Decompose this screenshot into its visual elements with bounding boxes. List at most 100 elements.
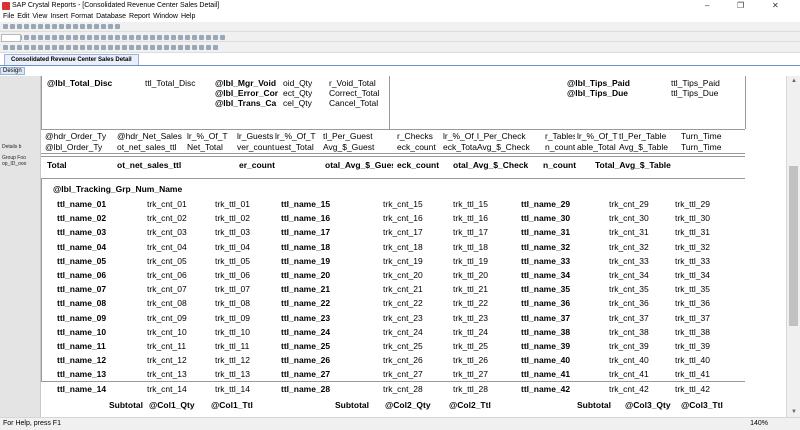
tab-design[interactable]: Design xyxy=(0,67,25,75)
tracking-total[interactable]: trk_ttl_28 xyxy=(453,384,513,395)
tracking-total[interactable]: trk_ttl_31 xyxy=(675,227,735,238)
column-header[interactable]: lr_%_Of_T xyxy=(577,131,619,142)
tracking-total[interactable]: trk_ttl_12 xyxy=(215,355,275,366)
toolbar-icon[interactable] xyxy=(3,45,8,50)
toolbar-icon[interactable] xyxy=(206,45,211,50)
tracking-count[interactable]: trk_cnt_14 xyxy=(147,384,205,395)
detail-field[interactable]: Avg_$_Table xyxy=(619,142,679,153)
tracking-count[interactable]: trk_cnt_07 xyxy=(147,284,205,295)
menu-report[interactable]: Report xyxy=(129,12,150,22)
tracking-count[interactable]: trk_cnt_36 xyxy=(609,298,667,309)
subtotal-field[interactable]: @Col1_Ttl xyxy=(211,400,273,411)
toolbar-icon[interactable] xyxy=(185,45,190,50)
tracking-count[interactable]: trk_cnt_05 xyxy=(147,256,205,267)
detail-field[interactable]: Turn_Time xyxy=(681,142,731,153)
tracking-total[interactable]: trk_ttl_34 xyxy=(675,270,735,281)
tracking-total[interactable]: trk_ttl_30 xyxy=(675,213,735,224)
tracking-name[interactable]: ttl_name_13 xyxy=(57,369,145,380)
tracking-count[interactable]: trk_cnt_11 xyxy=(147,341,205,352)
tracking-count[interactable]: trk_cnt_38 xyxy=(609,327,667,338)
tracking-name[interactable]: ttl_name_31 xyxy=(521,227,609,238)
tracking-count[interactable]: trk_cnt_01 xyxy=(147,199,205,210)
toolbar-icon[interactable] xyxy=(143,35,148,40)
tracking-name[interactable]: ttl_name_01 xyxy=(57,199,145,210)
tab-consolidated-revenue[interactable]: Consolidated Revenue Center Sales Detail xyxy=(4,54,139,65)
toolbar-icon[interactable] xyxy=(101,24,106,29)
tracking-name[interactable]: ttl_name_16 xyxy=(281,213,369,224)
menu-edit[interactable]: Edit xyxy=(17,12,29,22)
toolbar-icon[interactable] xyxy=(143,45,148,50)
tracking-count[interactable]: trk_cnt_40 xyxy=(609,355,667,366)
toolbar-icon[interactable] xyxy=(150,35,155,40)
toolbar-icon[interactable] xyxy=(150,45,155,50)
tracking-count[interactable]: trk_cnt_09 xyxy=(147,313,205,324)
font-combo[interactable] xyxy=(1,34,21,42)
tracking-total[interactable]: trk_ttl_29 xyxy=(675,199,735,210)
tracking-name[interactable]: ttl_name_03 xyxy=(57,227,145,238)
tracking-name[interactable]: ttl_name_07 xyxy=(57,284,145,295)
tracking-count[interactable]: trk_cnt_22 xyxy=(383,298,441,309)
tracking-name[interactable]: ttl_name_11 xyxy=(57,341,145,352)
tracking-name[interactable]: ttl_name_36 xyxy=(521,298,609,309)
toolbar-icon[interactable] xyxy=(157,35,162,40)
scroll-up-icon[interactable]: ▲ xyxy=(791,78,797,84)
toolbar-icon[interactable] xyxy=(101,35,106,40)
toolbar-icon[interactable] xyxy=(94,24,99,29)
toolbar-icon[interactable] xyxy=(136,45,141,50)
tracking-total[interactable]: trk_ttl_07 xyxy=(215,284,275,295)
toolbar-icon[interactable] xyxy=(31,24,36,29)
tracking-total[interactable]: trk_ttl_26 xyxy=(453,355,513,366)
field-lbl-total-disc[interactable]: @lbl_Total_Disc xyxy=(47,78,145,89)
menu-window[interactable]: Window xyxy=(153,12,178,22)
tracking-total[interactable]: trk_ttl_04 xyxy=(215,242,275,253)
toolbar-icon[interactable] xyxy=(45,45,50,50)
subtotal-field[interactable]: @Col3_Ttl xyxy=(681,400,743,411)
toolbar-icon[interactable] xyxy=(108,45,113,50)
tracking-count[interactable]: trk_cnt_04 xyxy=(147,242,205,253)
tracking-total[interactable]: trk_ttl_27 xyxy=(453,369,513,380)
tracking-total[interactable]: trk_ttl_17 xyxy=(453,227,513,238)
tracking-count[interactable]: trk_cnt_16 xyxy=(383,213,441,224)
tracking-name[interactable]: ttl_name_37 xyxy=(521,313,609,324)
toolbar-icon[interactable] xyxy=(10,45,15,50)
scroll-down-icon[interactable]: ▼ xyxy=(791,409,797,415)
toolbar-icon[interactable] xyxy=(24,45,29,50)
tracking-name[interactable]: ttl_name_40 xyxy=(521,355,609,366)
toolbar-icon[interactable] xyxy=(199,45,204,50)
toolbar-icon[interactable] xyxy=(115,45,120,50)
tracking-count[interactable]: trk_cnt_25 xyxy=(383,341,441,352)
toolbar-icon[interactable] xyxy=(108,24,113,29)
column-header[interactable]: r_Tables xyxy=(545,131,575,142)
group-footer-field[interactable]: otal_Avg_$_Guest xyxy=(325,160,393,171)
detail-field[interactable]: ver_count xyxy=(237,142,275,153)
menu-format[interactable]: Format xyxy=(71,12,93,22)
toolbar-icon[interactable] xyxy=(87,35,92,40)
tracking-total[interactable]: trk_ttl_08 xyxy=(215,298,275,309)
toolbar-icon[interactable] xyxy=(59,24,64,29)
tracking-name[interactable]: ttl_name_35 xyxy=(521,284,609,295)
toolbar-icon[interactable] xyxy=(52,45,57,50)
toolbar-icon[interactable] xyxy=(45,24,50,29)
toolbar-icon[interactable] xyxy=(38,45,43,50)
column-header[interactable]: l_Per_Check xyxy=(477,131,545,142)
toolbar-icon[interactable] xyxy=(171,35,176,40)
tracking-count[interactable]: trk_cnt_13 xyxy=(147,369,205,380)
toolbar-icon[interactable] xyxy=(164,35,169,40)
tracking-total[interactable]: trk_ttl_22 xyxy=(453,298,513,309)
tracking-count[interactable]: trk_cnt_19 xyxy=(383,256,441,267)
vertical-scrollbar[interactable]: ▲ ▼ xyxy=(786,76,800,417)
tracking-name[interactable]: ttl_name_26 xyxy=(281,355,369,366)
detail-field[interactable]: uest_Total xyxy=(275,142,321,153)
tracking-total[interactable]: trk_ttl_25 xyxy=(453,341,513,352)
toolbar-icon[interactable] xyxy=(31,45,36,50)
tracking-count[interactable]: trk_cnt_08 xyxy=(147,298,205,309)
tracking-count[interactable]: trk_cnt_27 xyxy=(383,369,441,380)
tracking-total[interactable]: trk_ttl_03 xyxy=(215,227,275,238)
subtotal-field[interactable]: @Col3_Qty xyxy=(625,400,687,411)
tracking-total[interactable]: trk_ttl_10 xyxy=(215,327,275,338)
tracking-name[interactable]: ttl_name_28 xyxy=(281,384,369,395)
column-header[interactable]: @hdr_Net_Sales xyxy=(117,131,185,142)
toolbar-icon[interactable] xyxy=(199,35,204,40)
subtotal-label[interactable]: Subtotal xyxy=(335,400,379,411)
tracking-total[interactable]: trk_ttl_24 xyxy=(453,327,513,338)
